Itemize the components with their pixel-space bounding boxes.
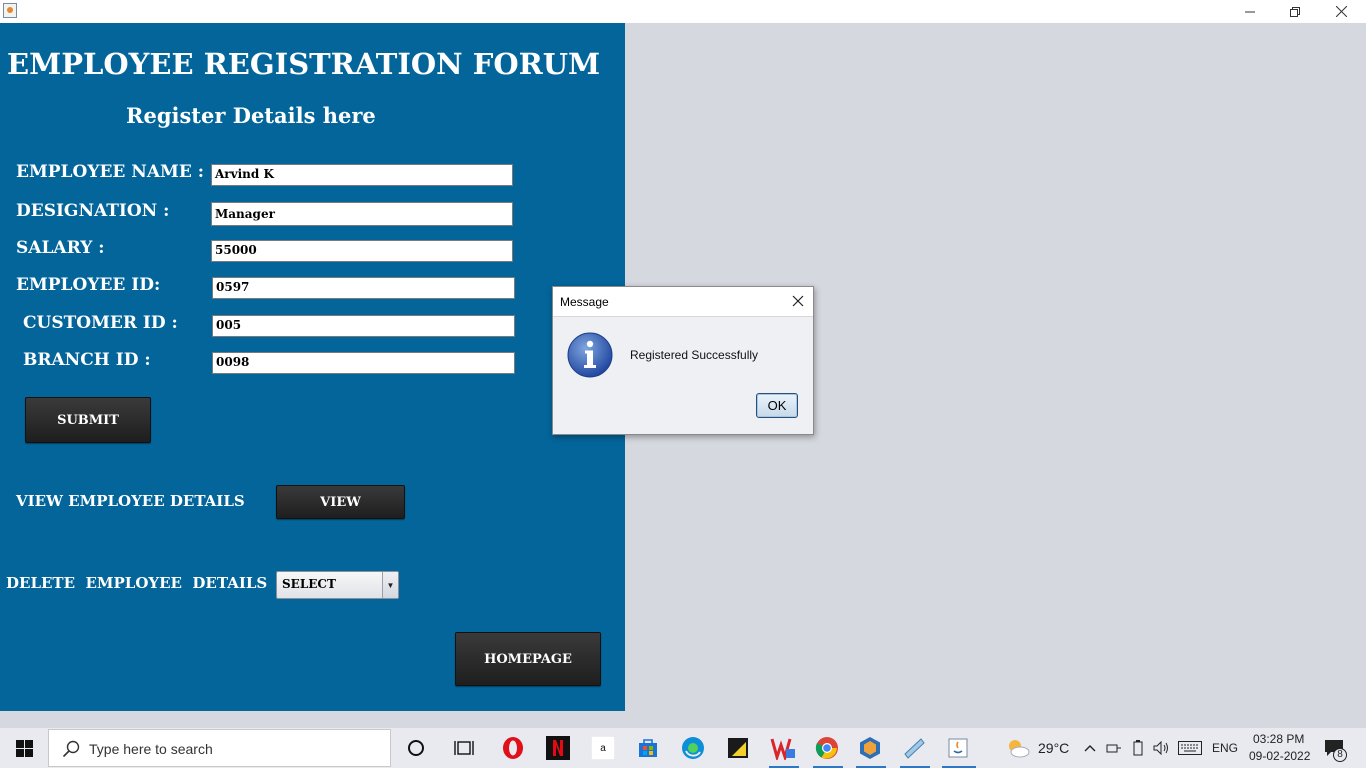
delete-select-value: SELECT xyxy=(282,577,336,591)
language-indicator[interactable]: ENG xyxy=(1212,741,1238,755)
submit-button[interactable]: SUBMIT xyxy=(25,397,151,443)
windows-icon xyxy=(15,739,33,757)
volume-icon[interactable] xyxy=(1152,734,1172,762)
dialog-title: Message xyxy=(560,295,609,309)
taskbar: Type here to search a 29°C ENG 03:28 PM … xyxy=(0,728,1366,768)
amazon-icon[interactable]: a xyxy=(589,734,617,762)
info-icon xyxy=(567,332,613,378)
task-view-icon[interactable] xyxy=(450,734,478,762)
netflix-icon[interactable] xyxy=(544,734,572,762)
notification-count: 8 xyxy=(1333,748,1347,762)
dialog-titlebar: Message xyxy=(553,287,813,317)
form-title: EMPLOYEE REGISTRATION FORUM xyxy=(7,47,601,81)
homepage-button[interactable]: HOMEPAGE xyxy=(455,632,601,686)
netbeans-icon[interactable] xyxy=(856,734,884,762)
chrome-icon[interactable] xyxy=(813,734,841,762)
restore-button[interactable] xyxy=(1272,0,1318,23)
dialog-close-icon[interactable] xyxy=(791,294,805,308)
branch-id-field[interactable]: 0098 xyxy=(212,352,515,374)
weather-temperature: 29°C xyxy=(1038,740,1070,756)
wps-office-icon[interactable] xyxy=(769,734,797,762)
employee-id-label: EMPLOYEE ID: xyxy=(16,275,161,295)
chevron-up-icon[interactable] xyxy=(1080,734,1100,762)
customer-id-field[interactable]: 005 xyxy=(212,315,515,337)
branch-id-label: BRANCH ID : xyxy=(23,350,151,370)
message-dialog: Message Registered Successfully OK xyxy=(552,286,814,435)
customer-id-label: CUSTOMER ID : xyxy=(23,313,178,333)
sticky-notes-icon[interactable] xyxy=(724,734,752,762)
employee-id-field[interactable]: 0597 xyxy=(212,277,515,299)
start-button[interactable] xyxy=(0,728,48,768)
designation-field[interactable]: Manager xyxy=(211,202,513,226)
salary-field[interactable]: 55000 xyxy=(211,240,513,262)
edge-icon[interactable] xyxy=(679,734,707,762)
minimize-button[interactable] xyxy=(1227,0,1273,23)
form-subtitle: Register Details here xyxy=(126,103,376,128)
delete-employee-details-label: DELETE EMPLOYEE DETAILS xyxy=(6,574,268,592)
close-icon xyxy=(1335,6,1347,17)
minimize-icon xyxy=(1245,11,1255,12)
delete-select-dropdown[interactable]: SELECT ▼ xyxy=(276,571,399,599)
restore-icon xyxy=(1290,6,1300,17)
employee-name-field[interactable]: Arvind K xyxy=(211,164,513,186)
java-app-icon xyxy=(3,3,17,18)
search-placeholder: Type here to search xyxy=(89,741,213,757)
window-titlebar xyxy=(0,0,1366,23)
clock-time[interactable]: 03:28 PM xyxy=(1253,732,1304,746)
opera-icon[interactable] xyxy=(499,734,527,762)
snipping-tool-icon[interactable] xyxy=(900,734,928,762)
dialog-message: Registered Successfully xyxy=(630,348,759,362)
cortana-icon[interactable] xyxy=(402,734,430,762)
search-icon xyxy=(62,740,80,758)
salary-label: SALARY : xyxy=(16,238,105,258)
chevron-down-icon[interactable]: ▼ xyxy=(382,572,398,598)
ok-button[interactable]: OK xyxy=(756,393,798,418)
taskbar-search[interactable]: Type here to search xyxy=(48,729,391,767)
store-icon[interactable] xyxy=(634,734,662,762)
svg-text:a: a xyxy=(600,743,606,754)
java-taskbar-icon[interactable] xyxy=(944,734,972,762)
keyboard-icon[interactable] xyxy=(1177,734,1203,762)
network-icon[interactable] xyxy=(1104,734,1124,762)
view-employee-details-label: VIEW EMPLOYEE DETAILS xyxy=(16,492,245,510)
clock-date[interactable]: 09-02-2022 xyxy=(1249,749,1310,763)
designation-label: DESIGNATION : xyxy=(16,201,170,221)
weather-icon[interactable] xyxy=(1004,734,1032,762)
close-button[interactable] xyxy=(1318,0,1364,23)
view-button[interactable]: VIEW xyxy=(276,485,405,519)
employee-name-label: EMPLOYEE NAME : xyxy=(16,162,204,182)
battery-icon[interactable] xyxy=(1128,734,1148,762)
